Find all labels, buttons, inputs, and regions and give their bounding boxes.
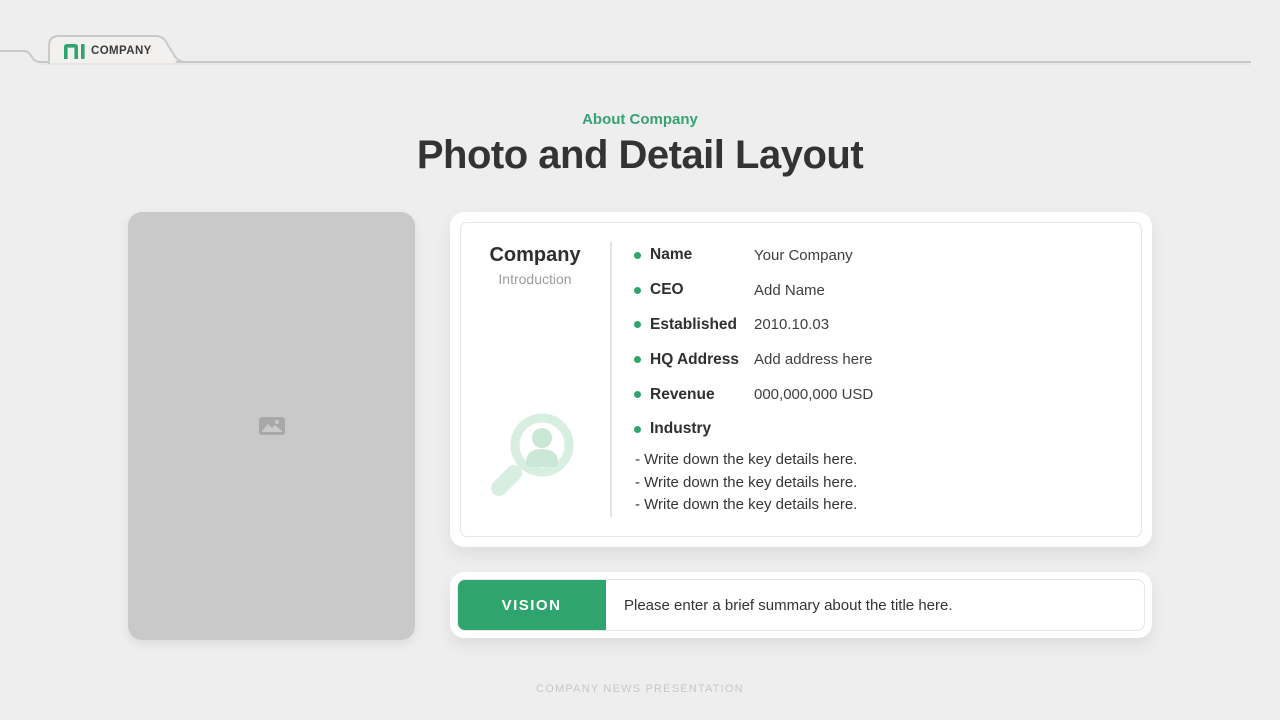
company-logo: COMPANY [64,43,152,59]
field-value: 2010.10.03 [754,316,830,334]
field-value: Add Name [754,281,825,299]
field-label: Industry [650,420,712,438]
note-line: - Write down the key details here. [635,496,858,514]
page-title: Photo and Detail Layout [416,133,864,177]
vision-label-block: VISION [458,580,606,630]
card-left-subtitle: Introduction [498,271,572,287]
slide: COMPANY About Company Photo and Detail L… [0,0,1280,720]
field-label: Name [650,246,693,264]
field-row-hq-address: HQ Address Add address here [634,342,1114,377]
company-fields-list: Name Your Company CEO Add Name Establish… [634,238,1114,447]
field-label: HQ Address [650,350,740,368]
vision-label: VISION [501,596,562,614]
field-label: CEO [650,281,684,299]
field-label: Established [650,315,737,333]
card-vertical-divider [610,242,612,517]
note-line: - Write down the key details here. [635,473,858,491]
logo-company-text: COMPANY [91,45,152,57]
field-row-revenue: Revenue 000,000,000 USD [634,377,1114,412]
pi-bar-logo-icon [64,43,85,59]
photo-placeholder [128,212,415,640]
card-left-title: Company [489,244,581,266]
section-eyebrow: About Company [582,111,698,128]
vision-bar: VISION Please enter a brief summary abou… [450,572,1152,638]
field-row-name: Name Your Company [634,238,1114,273]
header-tab-rule [0,35,1251,65]
note-line: - Write down the key details here. [635,451,858,468]
field-value: Add address here [754,351,873,369]
bullet-icon [634,356,641,364]
company-detail-card: Company Introduction Name Your Company C… [450,212,1152,547]
magnifier-person-icon [491,413,574,496]
field-value: 000,000,000 USD [754,386,874,404]
vision-summary-text: Please enter a brief summary about the t… [624,596,953,614]
field-value: Your Company [754,246,853,264]
field-row-ceo: CEO Add Name [634,273,1114,308]
bullet-icon [634,391,641,399]
field-row-established: Established 2010.10.03 [634,308,1114,343]
key-details-notes: - Write down the key details here. - Wri… [635,449,1115,517]
field-row-industry: Industry [634,412,1114,447]
bullet-icon [634,251,641,259]
bullet-icon [634,321,641,329]
image-placeholder-icon [258,417,285,435]
footer-text: COMPANY NEWS PRESENTATION [536,683,744,695]
bullet-icon [634,425,641,433]
field-label: Revenue [650,385,715,403]
bullet-icon [634,286,641,294]
vision-bar-frame: VISION Please enter a brief summary abou… [457,579,1145,631]
